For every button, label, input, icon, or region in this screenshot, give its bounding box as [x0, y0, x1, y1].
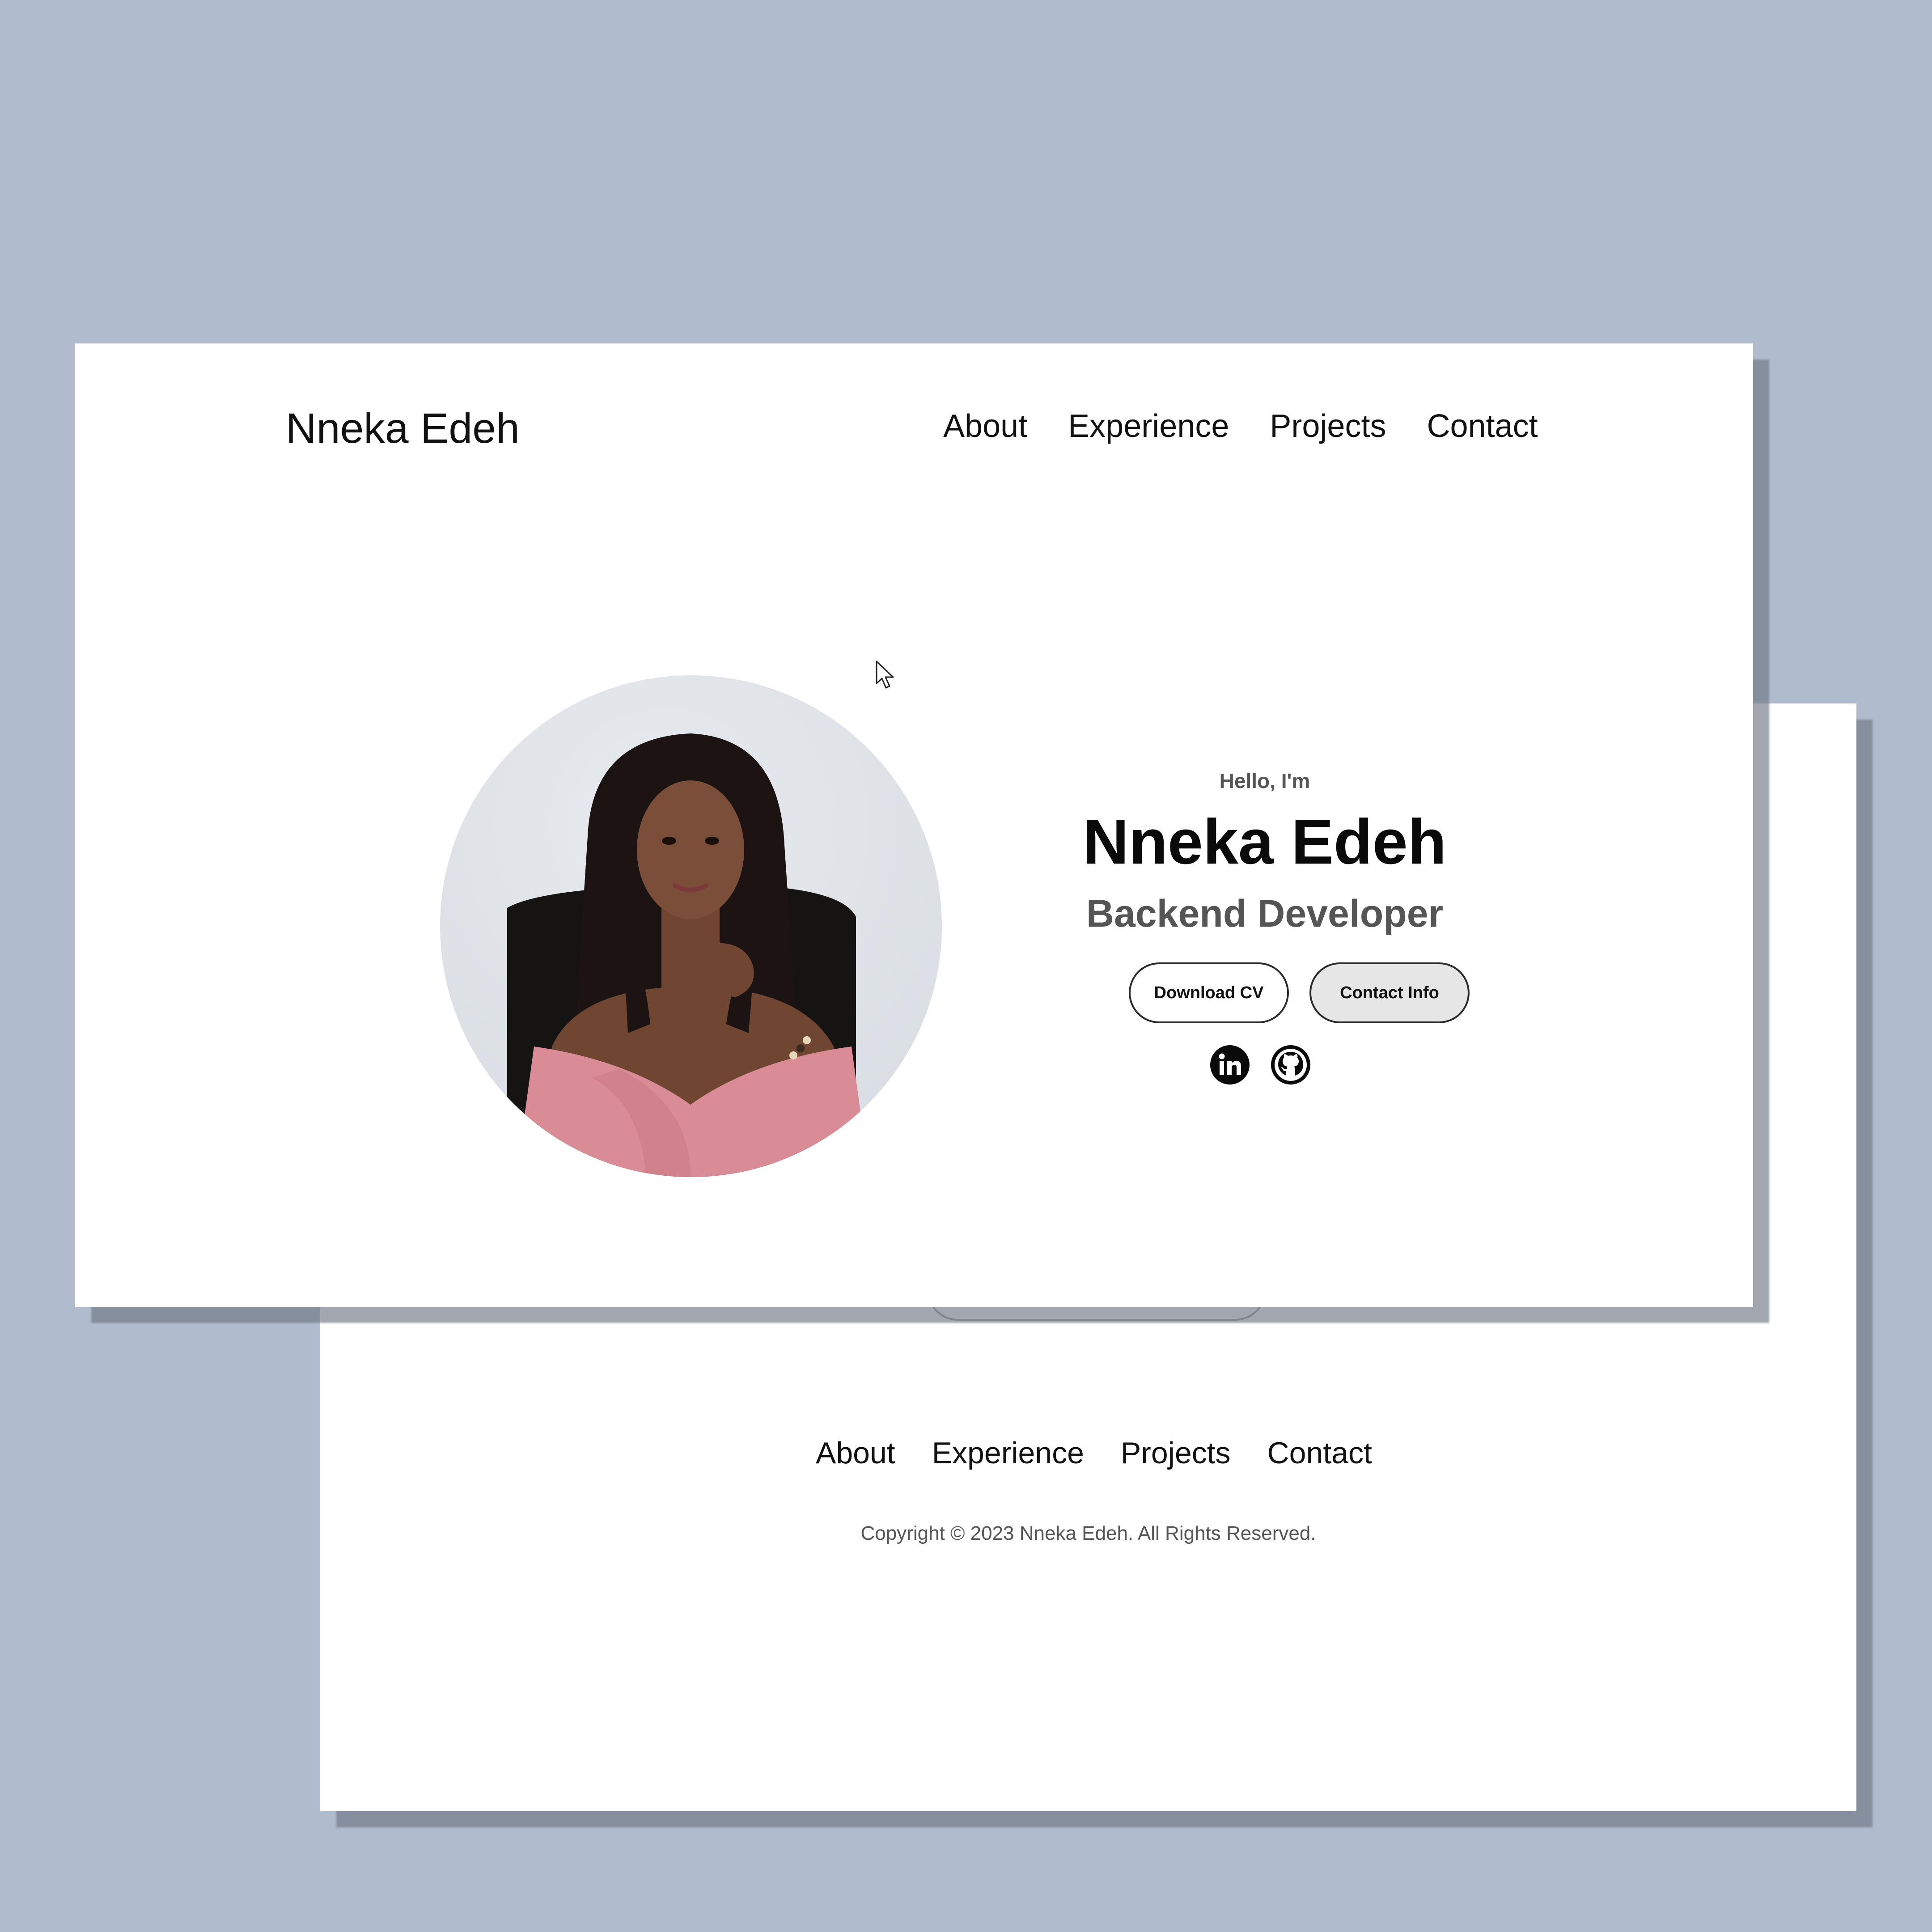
- footer-nav: About Experience Projects Contact: [816, 1432, 1372, 1474]
- mouse-cursor-icon: [876, 661, 894, 689]
- top-nav: About Experience Projects Contact: [943, 404, 1538, 449]
- github-icon[interactable]: [1270, 1044, 1311, 1085]
- hero-role: Backend Developer: [1086, 892, 1444, 935]
- nav-experience[interactable]: Experience: [1068, 404, 1229, 449]
- hero-name: Nneka Edeh: [1083, 806, 1447, 877]
- hero-screenshot-card: Nneka Edeh About Experience Projects Con…: [75, 343, 1753, 1307]
- nav-about[interactable]: About: [943, 404, 1027, 449]
- site-logo[interactable]: Nneka Edeh: [286, 402, 520, 455]
- footer-nav-experience[interactable]: Experience: [932, 1432, 1084, 1474]
- copyright-text: Copyright © 2023 Nneka Edeh. All Rights …: [860, 1522, 1316, 1544]
- footer-nav-contact[interactable]: Contact: [1267, 1432, 1372, 1474]
- footer-nav-projects[interactable]: Projects: [1121, 1432, 1231, 1474]
- footer-nav-about[interactable]: About: [816, 1432, 895, 1474]
- linkedin-icon[interactable]: [1209, 1044, 1250, 1085]
- nav-contact[interactable]: Contact: [1427, 404, 1538, 449]
- nav-projects[interactable]: Projects: [1270, 404, 1386, 449]
- download-cv-button[interactable]: Download CV: [1129, 962, 1289, 1023]
- contact-info-button[interactable]: Contact Info: [1309, 962, 1470, 1023]
- profile-photo: [440, 675, 942, 1177]
- greeting-text: Hello, I'm: [1219, 769, 1310, 792]
